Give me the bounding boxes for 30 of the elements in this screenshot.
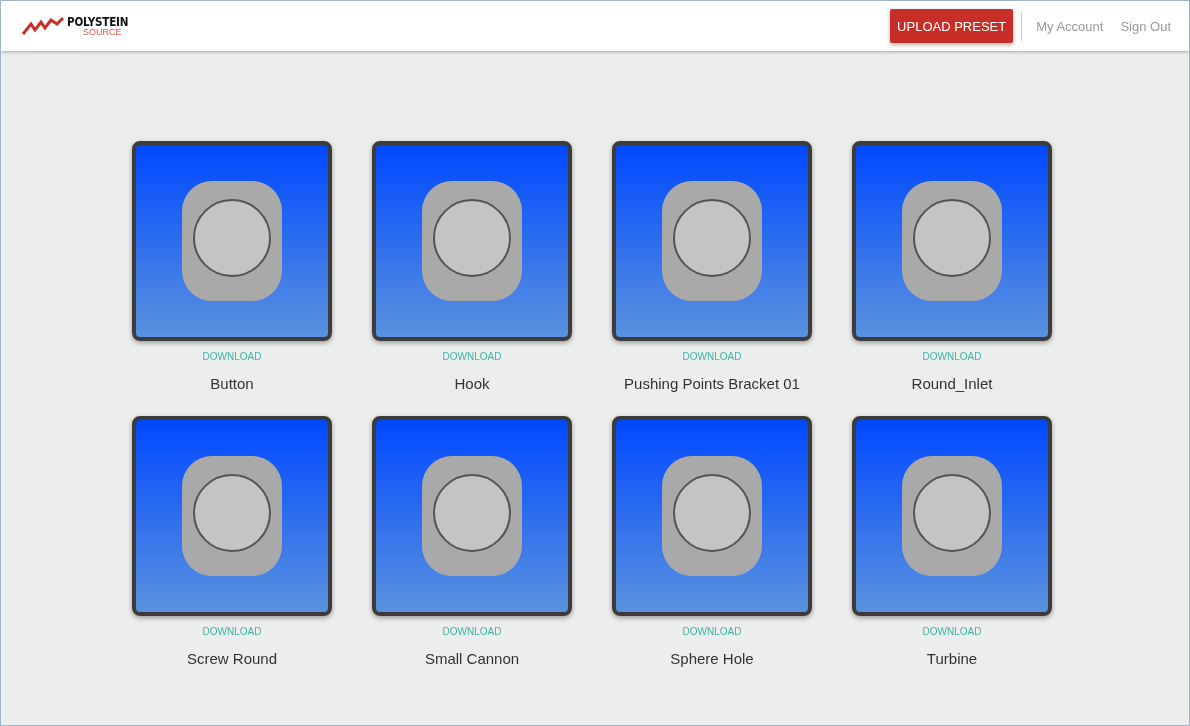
download-link[interactable]: DOWNLOAD (202, 626, 262, 637)
upload-preset-button[interactable]: UPLOAD PRESET (890, 9, 1014, 43)
preset-render-placeholder[interactable] (612, 416, 812, 616)
preset-name: Pushing Points Bracket 01 (624, 375, 800, 392)
preset-render-placeholder[interactable] (132, 141, 332, 341)
preset-render-placeholder[interactable] (372, 416, 572, 616)
download-link[interactable]: DOWNLOAD (202, 351, 262, 362)
preset-name: Round_Inlet (911, 375, 993, 392)
preset-name: Small Cannon (424, 650, 520, 667)
download-link[interactable]: DOWNLOAD (442, 626, 502, 637)
preset-render-placeholder[interactable] (372, 141, 572, 341)
preset-name: Screw Round (186, 650, 277, 667)
logo-icon (21, 16, 65, 36)
download-link[interactable]: DOWNLOAD (682, 626, 742, 637)
preset-name: Turbine (926, 650, 978, 667)
download-link[interactable]: DOWNLOAD (922, 351, 982, 362)
logo-subtitle: SOURCE (83, 28, 123, 37)
nav-link[interactable]: My Account (1036, 18, 1104, 34)
preset-name: Button (210, 375, 254, 392)
preset-name: Hook (454, 375, 490, 392)
preset-name: Sphere Hole (670, 650, 754, 667)
logo-name: POLYSTEIN (67, 15, 129, 28)
download-link[interactable]: DOWNLOAD (922, 626, 982, 637)
preset-render-placeholder[interactable] (852, 141, 1052, 341)
preset-render-placeholder[interactable] (852, 416, 1052, 616)
nav-link[interactable]: Sign Out (1120, 18, 1171, 34)
download-link[interactable]: DOWNLOAD (682, 351, 742, 362)
preset-render-placeholder[interactable] (132, 416, 332, 616)
download-link[interactable]: DOWNLOAD (442, 351, 502, 362)
preset-render-placeholder[interactable] (612, 141, 812, 341)
